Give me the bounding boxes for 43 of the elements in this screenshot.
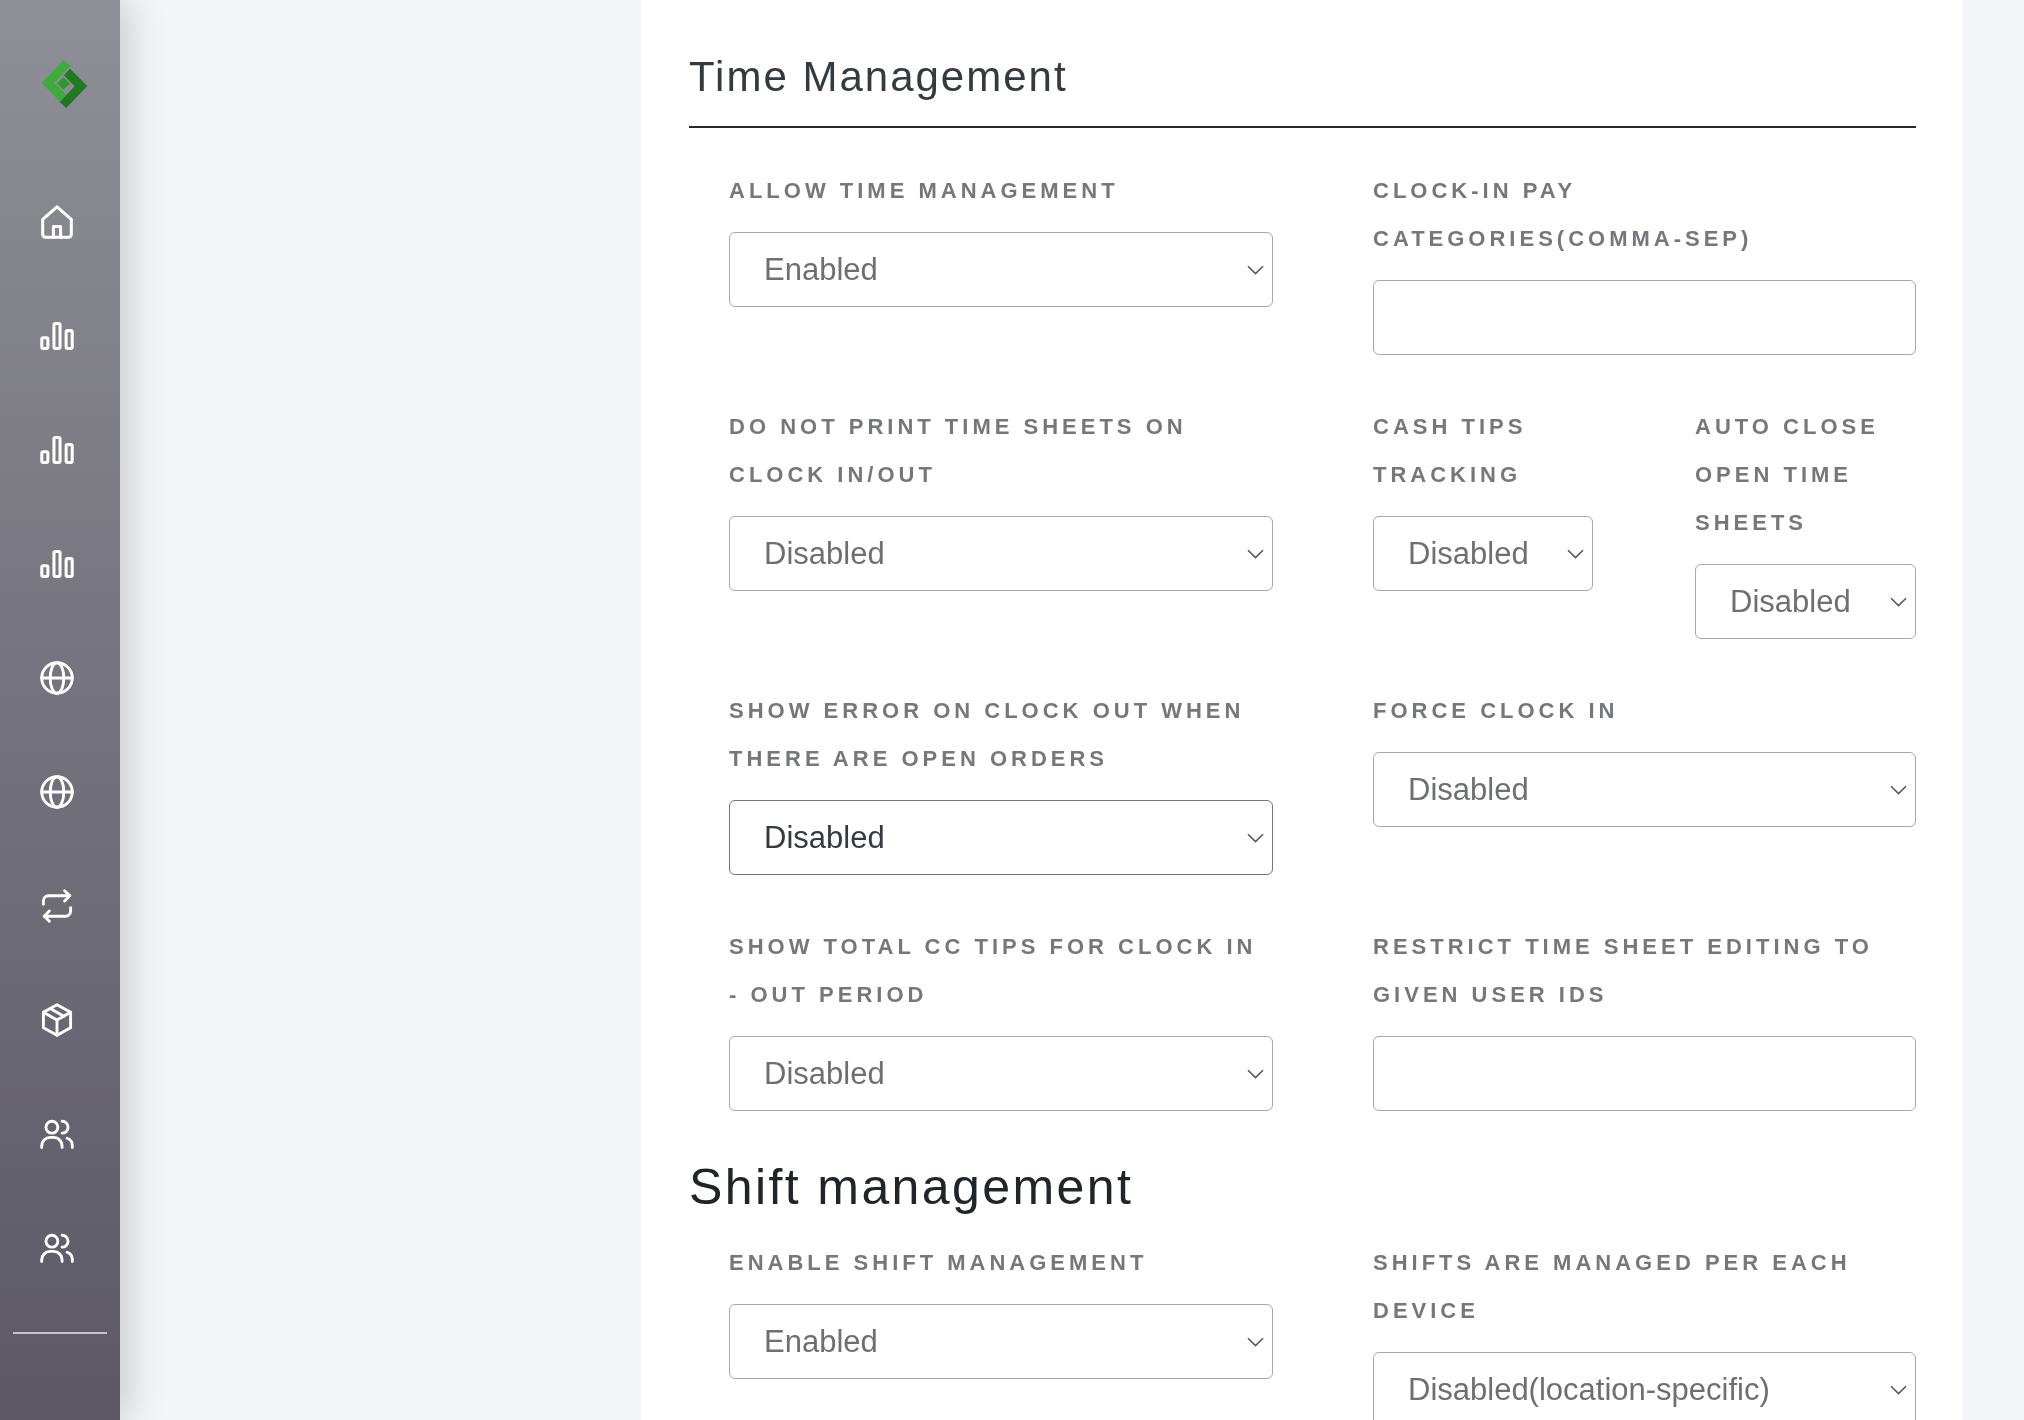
globe-icon[interactable]	[40, 661, 74, 695]
chevron-down-icon	[1890, 596, 1907, 607]
chevron-down-icon	[1890, 1384, 1907, 1395]
chevron-down-icon	[1567, 548, 1584, 559]
section-title: Time Management	[689, 53, 1068, 101]
bar-chart-icon[interactable]	[40, 547, 74, 581]
bar-chart-icon[interactable]	[40, 433, 74, 467]
text-input[interactable]	[1373, 1036, 1916, 1111]
repeat-icon[interactable]	[40, 889, 74, 923]
dropdown[interactable]: Disabled	[729, 800, 1273, 875]
chevron-down-icon	[1247, 832, 1264, 843]
chevron-down-icon	[1247, 1336, 1264, 1347]
chevron-down-icon	[1247, 264, 1264, 275]
box-icon[interactable]	[40, 1003, 74, 1037]
field-label: ALLOW TIME MANAGEMENT	[729, 177, 1119, 205]
field-label: CLOCK-IN PAY CATEGORIES(COMMA-SEP)	[1373, 177, 1754, 253]
chevron-down-icon	[1890, 784, 1907, 795]
field-label: CASH TIPS TRACKING	[1373, 413, 1528, 489]
field-label: SHOW ERROR ON CLOCK OUT WHEN THERE ARE OPEN ORDERS	[729, 697, 1246, 773]
dropdown[interactable]: Disabled	[1373, 516, 1593, 591]
field-label: FORCE CLOCK IN	[1373, 697, 1619, 725]
globe-icon[interactable]	[40, 775, 74, 809]
field-label: ENABLE SHIFT MANAGEMENT	[729, 1249, 1148, 1277]
dropdown[interactable]: Disabled	[729, 1036, 1273, 1111]
dropdown[interactable]: Enabled	[729, 232, 1273, 307]
users-icon[interactable]	[40, 1231, 74, 1265]
field-label: SHIFTS ARE MANAGED PER EACH DEVICE	[1373, 1249, 1852, 1325]
dropdown[interactable]: Disabled	[1373, 752, 1916, 827]
dropdown[interactable]: Disabled	[1695, 564, 1916, 639]
field-label: DO NOT PRINT TIME SHEETS ON CLOCK IN/OUT	[729, 413, 1188, 489]
field-label: RESTRICT TIME SHEET EDITING TO GIVEN USER IDS	[1373, 933, 1874, 1009]
field-label: AUTO CLOSE OPEN TIME SHEETS	[1695, 413, 1880, 537]
dropdown[interactable]: Disabled	[729, 516, 1273, 591]
users-icon[interactable]	[40, 1117, 74, 1151]
chevron-down-icon	[1247, 1068, 1264, 1079]
dropdown[interactable]: Disabled(location-specific)	[1373, 1352, 1916, 1420]
bar-chart-icon[interactable]	[40, 319, 74, 353]
home-icon[interactable]	[40, 205, 74, 239]
text-input[interactable]	[1373, 280, 1916, 355]
dropdown[interactable]: Enabled	[729, 1304, 1273, 1379]
section-title: Shift management	[689, 1159, 1134, 1215]
chevron-down-icon	[1247, 548, 1264, 559]
field-label: SHOW TOTAL CC TIPS FOR CLOCK IN - OUT PERIOD	[729, 933, 1258, 1009]
